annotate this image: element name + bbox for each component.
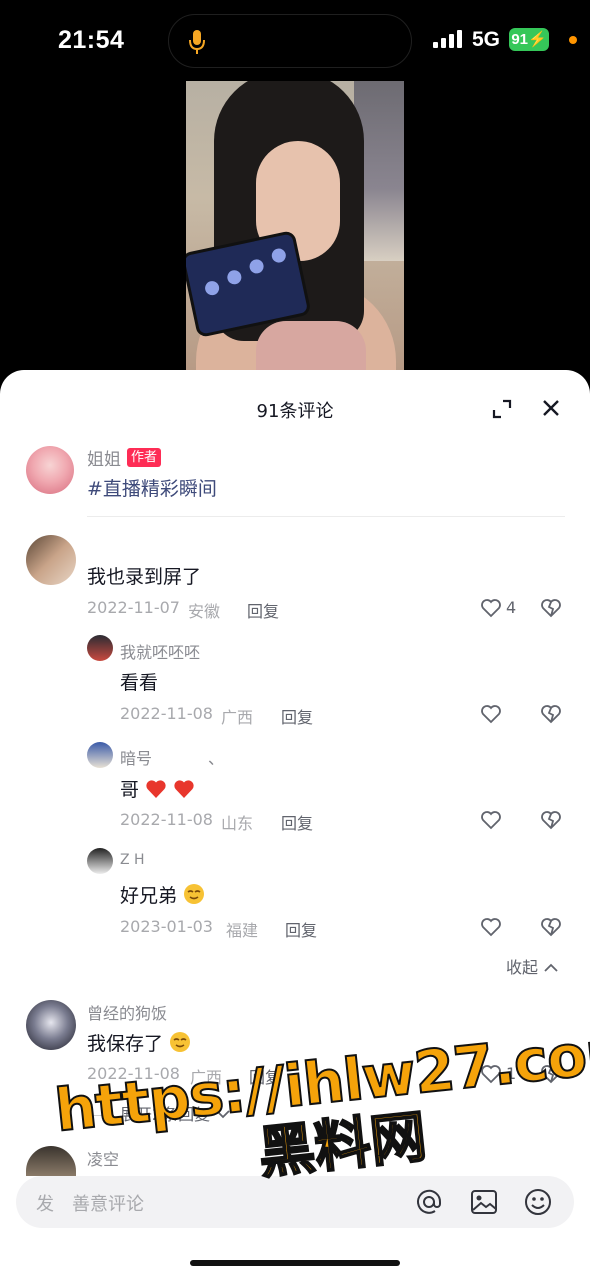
- dynamic-island: [168, 14, 412, 68]
- reply-date: 2022-11-08: [120, 704, 213, 723]
- image-icon[interactable]: [469, 1187, 499, 1217]
- network-type: 5G: [472, 28, 501, 51]
- red-heart-emoji: [146, 780, 166, 798]
- battery-icon: 91⚡: [509, 28, 549, 51]
- signal-icon: [433, 30, 463, 48]
- reply-text: 看看: [120, 672, 159, 694]
- reply-text: 哥: [120, 775, 195, 802]
- status-bar: 21:54 5G 91⚡: [0, 0, 590, 80]
- smirk-emoji: [184, 884, 205, 904]
- emoji-icon[interactable]: [523, 1187, 553, 1217]
- broken-heart-icon[interactable]: [540, 704, 562, 724]
- reply-author[interactable]: 我就呸呸呸: [120, 639, 200, 663]
- close-icon[interactable]: [542, 399, 560, 417]
- heart-icon[interactable]: [480, 810, 502, 830]
- reply-text-content: 好兄弟: [120, 885, 178, 907]
- heart-icon[interactable]: [480, 917, 502, 937]
- home-indicator: [190, 1260, 400, 1266]
- mic-icon: [189, 30, 205, 54]
- reply-date: 2023-01-03: [120, 917, 213, 936]
- reply-avatar[interactable]: [87, 635, 113, 661]
- reply-avatar[interactable]: [87, 848, 113, 874]
- comment-text-content: 我保存了: [87, 1033, 164, 1055]
- broken-heart-icon[interactable]: [540, 917, 562, 937]
- collapse-replies-button[interactable]: 收起: [506, 954, 559, 978]
- reply-date: 2022-11-08: [120, 810, 213, 829]
- reply-avatar[interactable]: [87, 742, 113, 768]
- placeholder-start: 发: [36, 1194, 54, 1215]
- reply-author[interactable]: 暗号: [120, 745, 152, 769]
- reply-author-extra: 、: [208, 749, 225, 768]
- collapse-label: 收起: [506, 958, 539, 977]
- expand-icon[interactable]: [492, 399, 512, 419]
- author-avatar[interactable]: [26, 446, 74, 494]
- comment-location: 安徽: [188, 602, 221, 621]
- reply-button[interactable]: 回复: [281, 704, 313, 728]
- author-name[interactable]: 姐姐: [87, 445, 121, 470]
- commenter-avatar[interactable]: [26, 535, 76, 585]
- divider: [87, 516, 565, 517]
- like-count: 4: [506, 598, 517, 617]
- battery-level: 91: [511, 31, 528, 48]
- comment-text: 我也录到屏了: [87, 566, 202, 588]
- red-heart-emoji: [174, 780, 194, 798]
- commenter-avatar[interactable]: [26, 1000, 76, 1050]
- video-preview[interactable]: [186, 81, 404, 371]
- author-badge: 作者: [127, 448, 162, 467]
- reply-button[interactable]: 回复: [247, 598, 279, 622]
- heart-icon[interactable]: [480, 704, 502, 724]
- at-icon[interactable]: [414, 1187, 444, 1217]
- comment-date: 2022-11-07: [87, 598, 180, 617]
- broken-heart-icon[interactable]: [540, 598, 562, 618]
- smirk-emoji: [170, 1032, 191, 1052]
- broken-heart-icon[interactable]: [540, 810, 562, 830]
- privacy-indicator: [569, 36, 577, 44]
- reply-location: 山东: [221, 814, 254, 833]
- reply-button[interactable]: 回复: [285, 917, 317, 941]
- reply-location: 福建: [226, 921, 259, 940]
- reply-text-content: 哥: [120, 779, 140, 801]
- status-time: 21:54: [58, 26, 125, 54]
- comment-text: 我保存了: [87, 1029, 191, 1056]
- reply-text: 好兄弟: [120, 881, 205, 908]
- reply-author[interactable]: Z H: [120, 852, 145, 868]
- reply-button[interactable]: 回复: [281, 810, 313, 834]
- chevron-up-icon: [544, 963, 558, 972]
- author-hashtag[interactable]: #直播精彩瞬间: [87, 474, 217, 501]
- reply-location: 广西: [221, 708, 254, 727]
- comment-author[interactable]: 曾经的狗饭: [87, 1000, 167, 1024]
- heart-icon[interactable]: [480, 598, 502, 618]
